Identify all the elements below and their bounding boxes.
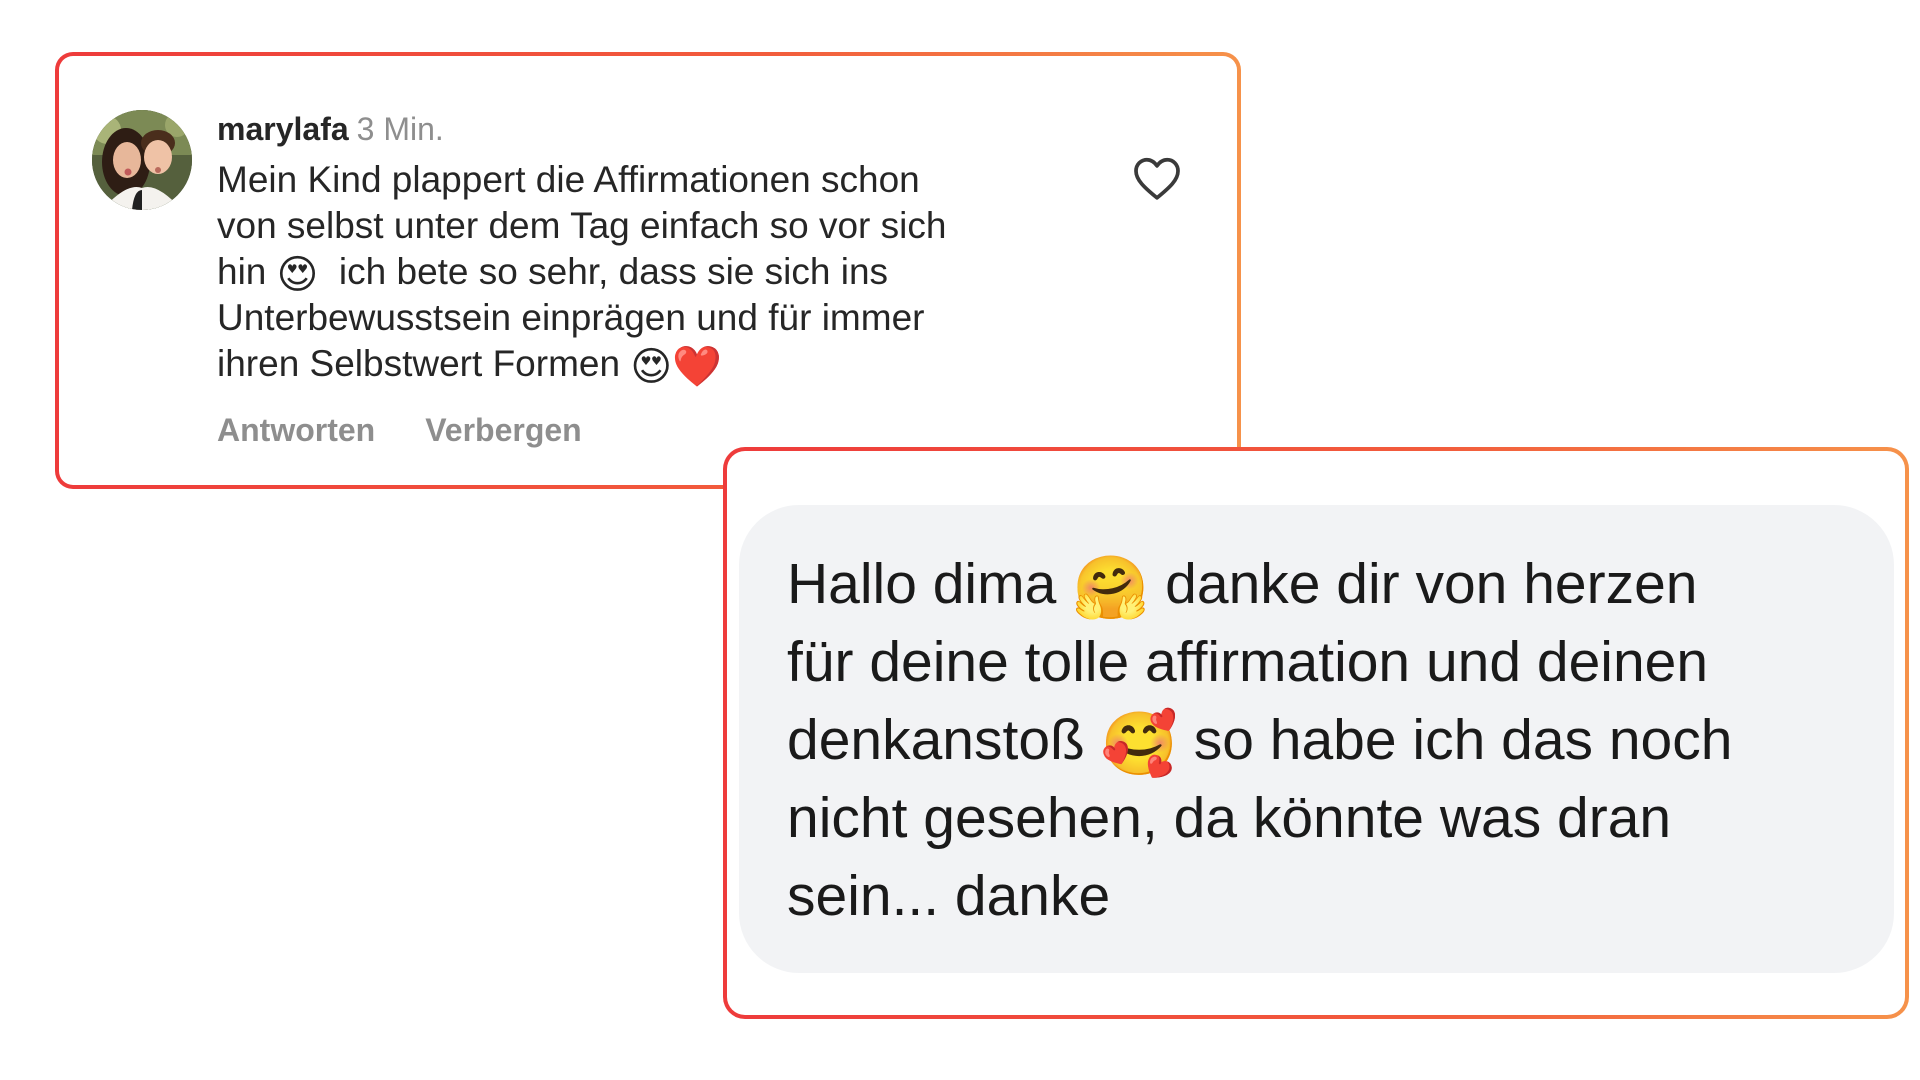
- reply-card: Hallo dima 🤗 danke dir von herzen für de…: [723, 447, 1909, 1019]
- comment-card: marylafa 3 Min. Mein Kind plappert die Af…: [55, 52, 1241, 489]
- reply-line-segment: danke dir von herzen: [1149, 552, 1698, 616]
- comment-meta: marylafa 3 Min.: [217, 109, 1077, 149]
- comment-body: marylafa 3 Min. Mein Kind plappert die Af…: [217, 109, 1077, 387]
- comment-line: Mein Kind plappert die Affirmationen sch…: [217, 159, 920, 200]
- heart-eyes-emoji-icon: 😍: [276, 253, 319, 297]
- comment-line: von selbst unter dem Tag einfach so vor …: [217, 205, 947, 246]
- reply-line-segment: denkanstoß: [787, 708, 1101, 772]
- avatar-photo: [92, 110, 192, 210]
- comment-line: Unterbewusstsein einprägen und für immer: [217, 297, 925, 338]
- hugging-face-emoji-icon: 🤗: [1072, 554, 1150, 623]
- comment-line-segment: hin: [217, 251, 277, 292]
- avatar[interactable]: [92, 110, 192, 210]
- reply-line: für deine tolle affirmation und deinen: [787, 630, 1709, 694]
- reply-line-segment: Hallo dima: [787, 552, 1073, 616]
- username-link[interactable]: marylafa: [217, 111, 349, 147]
- reply-line-segment: so habe ich das noch: [1177, 708, 1733, 772]
- like-button[interactable]: [1129, 150, 1185, 206]
- reply-bubble: Hallo dima 🤗 danke dir von herzen für de…: [739, 505, 1894, 973]
- reply-button[interactable]: Antworten: [217, 412, 375, 448]
- reply-line: nicht gesehen, da könnte was dran: [787, 786, 1672, 850]
- reply-text: Hallo dima 🤗 danke dir von herzen für de…: [787, 545, 1857, 935]
- reply-line: sein... danke: [787, 864, 1111, 928]
- comment-line-segment: ihren Selbstwert Formen: [217, 343, 631, 384]
- smiling-face-with-hearts-emoji-icon: 🥰: [1100, 710, 1178, 779]
- comment-text: Mein Kind plappert die Affirmationen sch…: [217, 157, 1077, 387]
- heart-eyes-emoji-icon: 😍: [630, 345, 673, 389]
- comment-timestamp: 3 Min.: [356, 111, 444, 147]
- comment-line-segment: ich bete so sehr, dass sie sich ins: [318, 251, 889, 292]
- heart-outline-icon: [1134, 157, 1180, 200]
- hide-button[interactable]: Verbergen: [425, 412, 582, 448]
- comment-actions: Antworten Verbergen: [217, 410, 582, 450]
- red-heart-emoji-icon: ❤️: [672, 345, 722, 389]
